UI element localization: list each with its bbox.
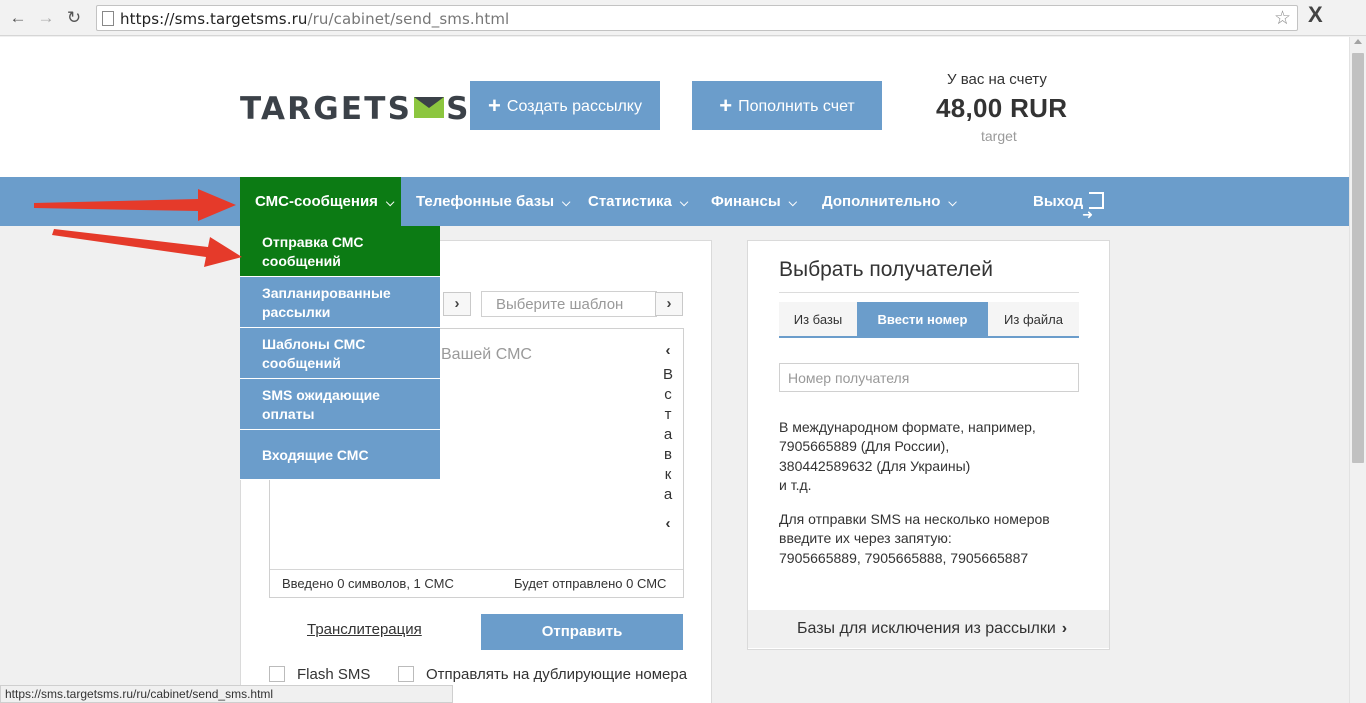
logo[interactable]: TARGETS S [240, 91, 471, 127]
plus-icon: + [719, 93, 733, 118]
sender-next-button[interactable]: › [443, 292, 471, 316]
scroll-up-arrow-icon[interactable] [1354, 39, 1362, 44]
sms-text-placeholder: Вашей СМС [441, 346, 532, 363]
nav-statistics[interactable]: Статистика ⌵ [588, 177, 688, 226]
chevron-down-icon: ⌵ [948, 197, 957, 209]
recipients-panel: Выбрать получателей Из базы Ввести номер… [747, 240, 1110, 650]
chars-entered: Введено 0 символов, 1 СМС [282, 576, 454, 591]
page-scrollbar[interactable] [1349, 37, 1366, 703]
site-header: TARGETS S + Создать рассылку + Пополнить сч… [0, 37, 1349, 177]
chevron-left-icon: ‹ [665, 342, 671, 359]
page-icon [102, 11, 114, 26]
annotation-arrow-bottom [52, 229, 242, 267]
bookmark-star-icon[interactable]: ☆ [1274, 7, 1291, 30]
multiple-numbers-hint: Для отправки SMS на несколько номеров вв… [779, 511, 1050, 566]
balance-value: 48,00 RUR [936, 93, 1068, 123]
chevron-down-icon: ⌵ [562, 197, 571, 209]
chevron-down-icon: ⌵ [788, 197, 797, 209]
chevron-down-icon: ⌵ [385, 197, 395, 209]
nav-sms-messages[interactable]: СМС-сообщения ⌵ [240, 177, 401, 226]
exclusion-bases-link[interactable]: Базы для исключения из рассылки › [748, 610, 1109, 648]
tab-from-file[interactable]: Из файла [988, 302, 1079, 338]
forward-icon[interactable]: → [34, 6, 58, 30]
plus-icon: + [488, 93, 501, 118]
format-hint: В международном формате, например, 79056… [779, 419, 1036, 494]
topup-button[interactable]: + Пополнить счет [692, 81, 882, 130]
recipients-title: Выбрать получателей [779, 258, 993, 281]
dropdown-incoming[interactable]: Входящие СМС [240, 430, 440, 480]
envelope-icon [414, 97, 445, 118]
flash-sms-option[interactable]: Flash SMS [269, 666, 370, 683]
recipient-tabs: Из базы Ввести номер Из файла [779, 302, 1079, 338]
chevron-left-icon: ‹ [665, 515, 671, 532]
dropdown-awaiting-payment[interactable]: SMS ожидающие оплаты [240, 379, 440, 430]
nav-additional[interactable]: Дополнительно ⌵ [822, 177, 957, 226]
dropdown-send-sms[interactable]: Отправка СМС сообщений [240, 226, 440, 277]
browser-status-bar: https://sms.targetsms.ru/ru/cabinet/send… [0, 685, 453, 703]
insert-panel-toggle[interactable]: ‹ В с т а в к а ‹ [653, 329, 683, 567]
transliteration-link[interactable]: Транслитерация [307, 621, 422, 638]
template-next-button[interactable]: › [655, 292, 683, 316]
tab-enter-number[interactable]: Ввести номер [857, 302, 988, 338]
account-login: target [981, 128, 1017, 144]
tab-from-base[interactable]: Из базы [779, 302, 857, 338]
nav-phone-bases[interactable]: Телефонные базы ⌵ [416, 177, 570, 226]
recipient-number-input[interactable]: Номер получателя [779, 363, 1079, 392]
duplicate-numbers-option[interactable]: Отправлять на дублирующие номера [398, 666, 687, 683]
send-button[interactable]: Отправить [481, 614, 683, 650]
sms-to-send: Будет отправлено 0 СМС [514, 576, 667, 591]
chevron-right-icon: › [1061, 620, 1068, 637]
template-select[interactable]: Выберите шаблон [481, 291, 657, 317]
dropdown-scheduled[interactable]: Запланированные рассылки [240, 277, 440, 328]
back-icon[interactable]: ← [6, 6, 30, 30]
duplicate-numbers-checkbox[interactable] [398, 666, 414, 682]
main-nav: СМС-сообщения ⌵ Телефонные базы ⌵ Статисти… [0, 177, 1349, 239]
logout-icon [1082, 190, 1105, 239]
reload-icon[interactable]: ↻ [62, 6, 86, 30]
nav-finance[interactable]: Финансы ⌵ [711, 177, 797, 226]
sms-dropdown-menu: Отправка СМС сообщений Запланированные р… [240, 226, 440, 480]
flash-sms-checkbox[interactable] [269, 666, 285, 682]
scrollbar-thumb[interactable] [1352, 53, 1364, 463]
address-url: https://sms.targetsms.ru/ru/cabinet/send… [120, 10, 510, 28]
logout-link[interactable]: Выход [1033, 177, 1105, 239]
address-bar[interactable]: https://sms.targetsms.ru/ru/cabinet/send… [96, 5, 1298, 31]
dropdown-templates[interactable]: Шаблоны СМС сообщений [240, 328, 440, 379]
insert-label: В с т а в к а [662, 366, 673, 503]
extension-icon[interactable]: X [1308, 2, 1323, 28]
balance-label: У вас на счету [947, 71, 1047, 88]
browser-toolbar: ← → ↻ https://sms.targetsms.ru/ru/cabine… [0, 0, 1366, 36]
create-campaign-button[interactable]: + Создать рассылку [470, 81, 660, 130]
sms-counter: Введено 0 символов, 1 СМС Будет отправле… [270, 569, 683, 597]
divider [779, 292, 1079, 293]
chevron-down-icon: ⌵ [679, 197, 689, 209]
